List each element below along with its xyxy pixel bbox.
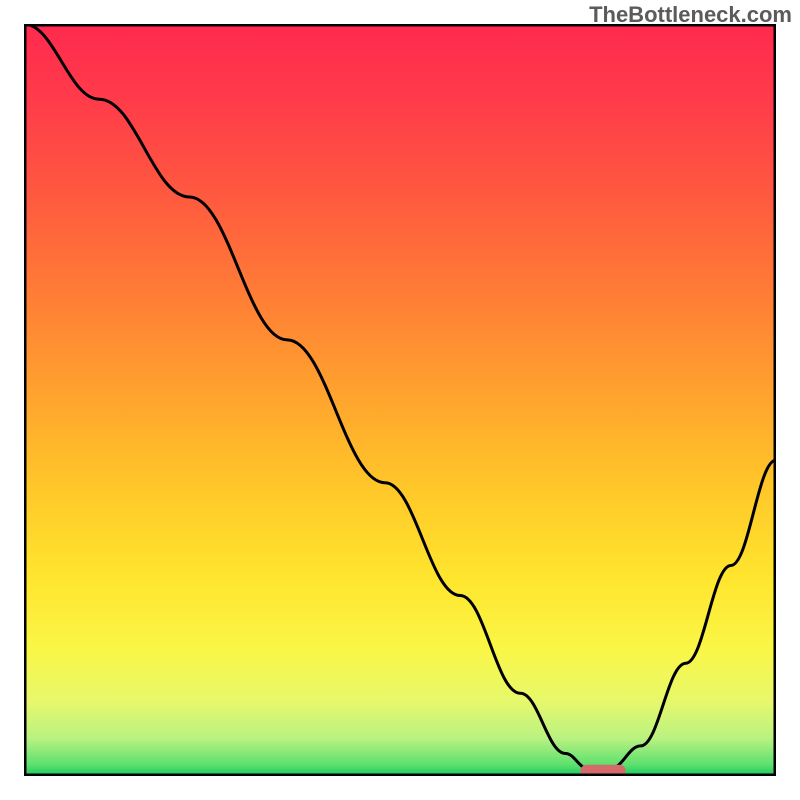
bottleneck-chart	[24, 24, 776, 776]
chart-container: TheBottleneck.com	[0, 0, 800, 800]
watermark-text: TheBottleneck.com	[589, 2, 792, 28]
chart-svg	[24, 24, 776, 776]
